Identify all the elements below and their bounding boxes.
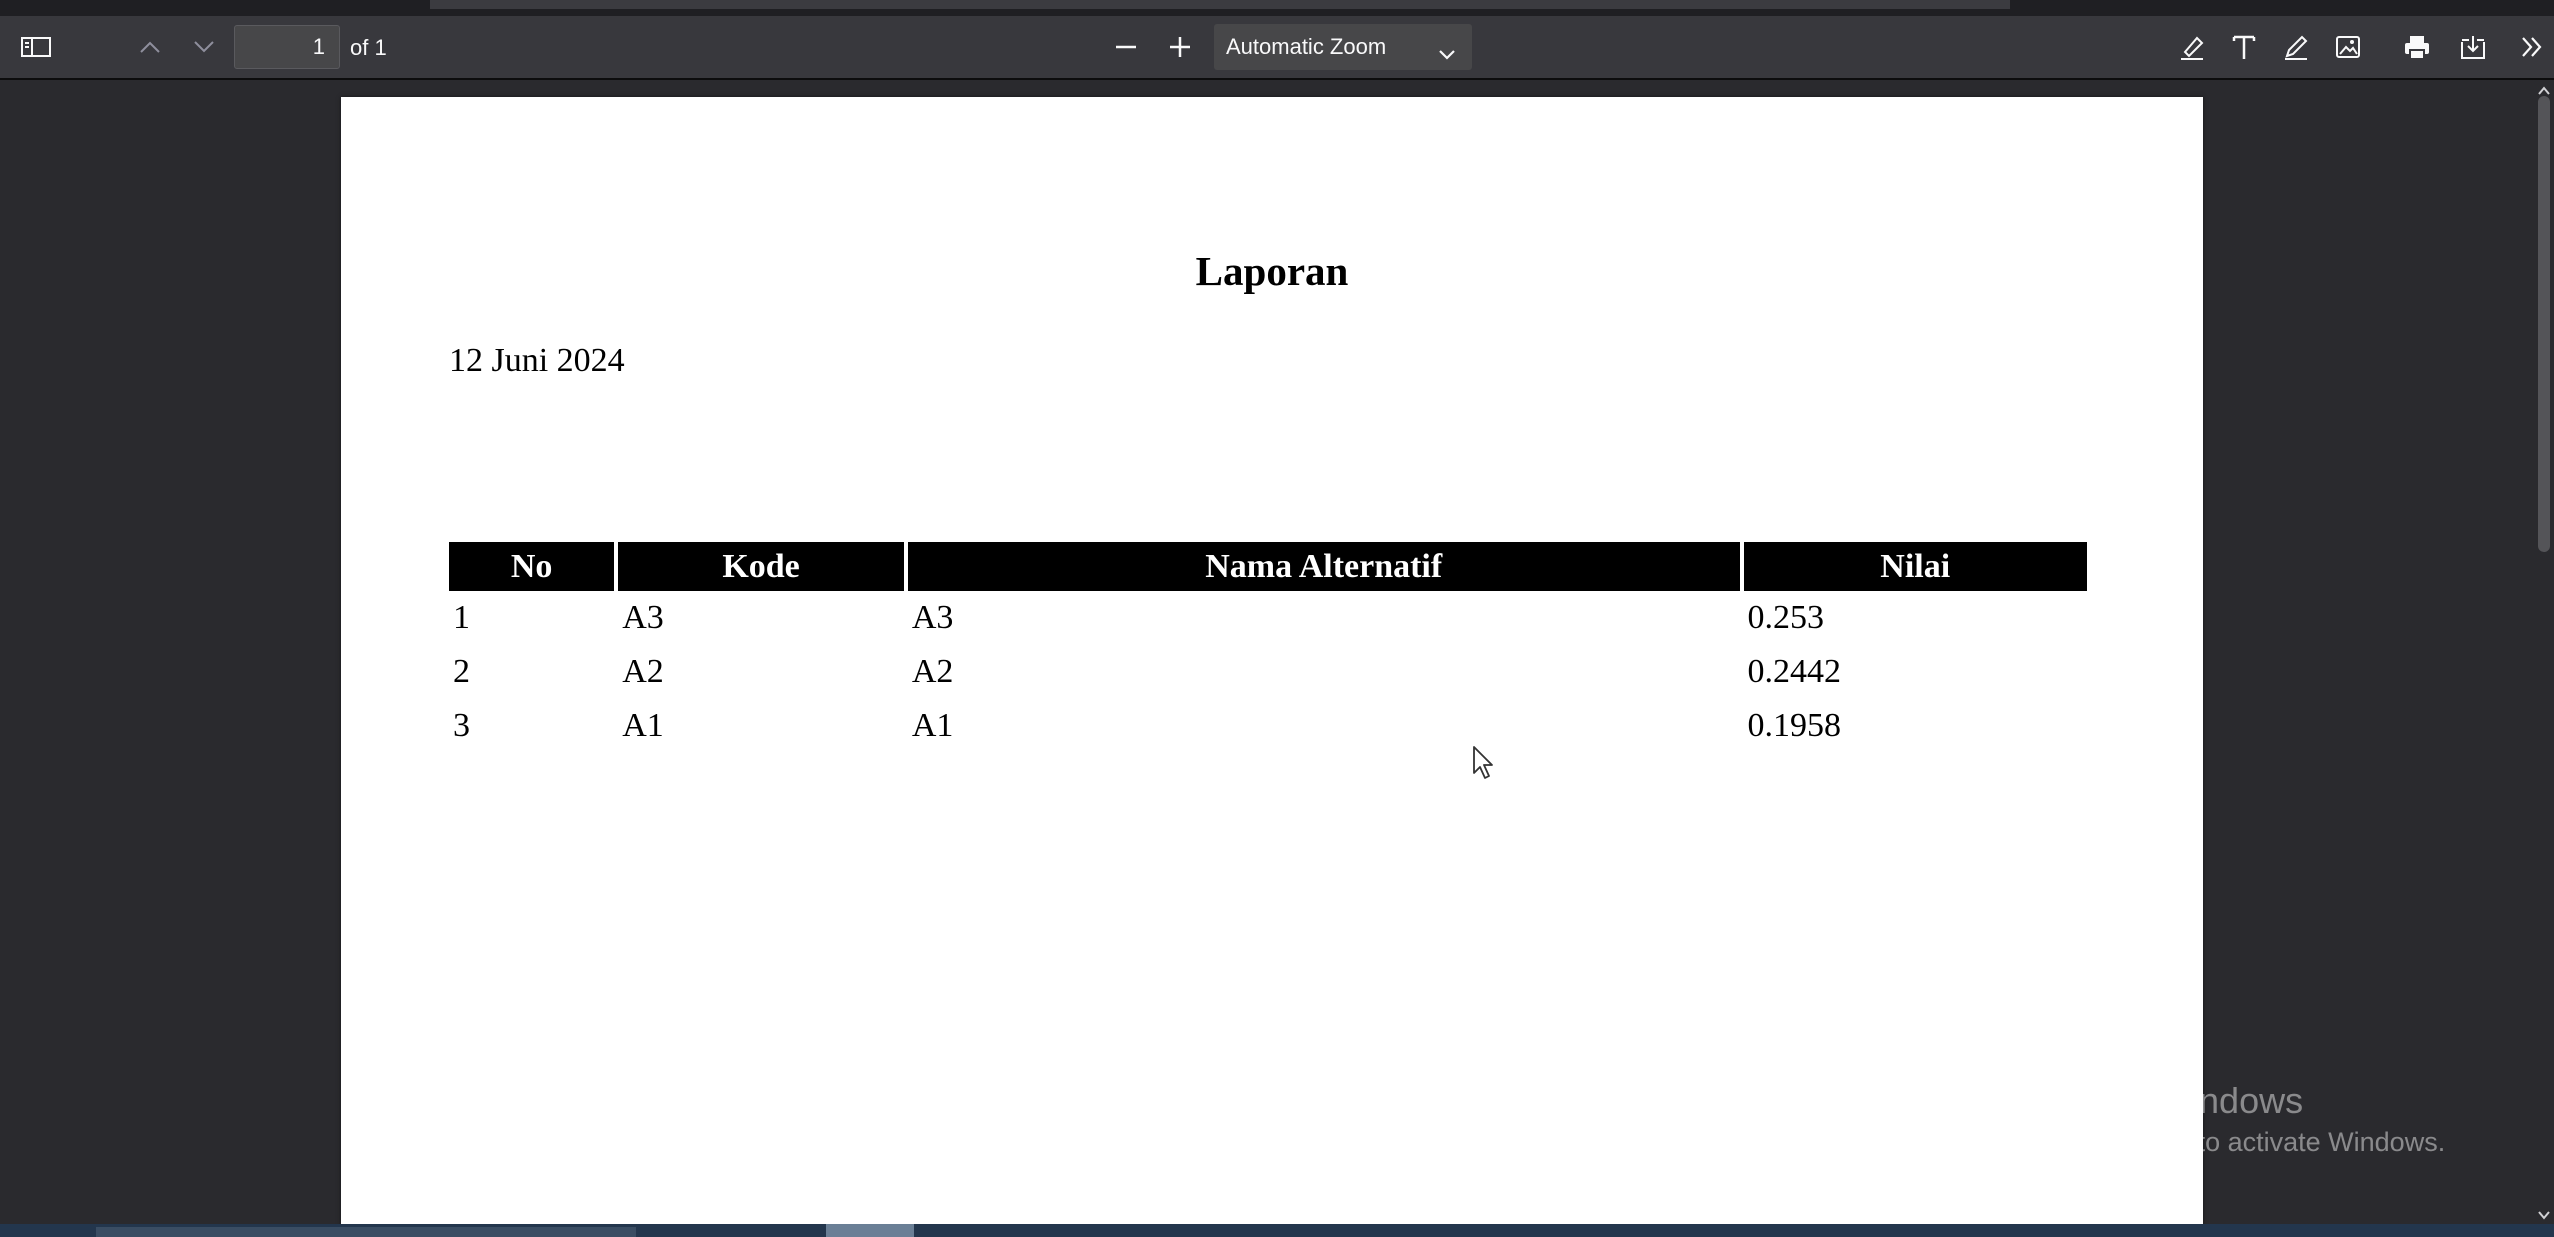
cell-no: 2 (453, 653, 470, 690)
text-icon (2229, 32, 2259, 62)
zoom-out-button[interactable] (1104, 26, 1148, 68)
page-count-label: of 1 (350, 35, 387, 60)
taskbar-strip (0, 1224, 2554, 1237)
print-button[interactable] (2395, 26, 2439, 68)
tools-menu-button[interactable] (2510, 26, 2554, 68)
watermark-title: Activate Windows (2019, 1080, 2304, 1121)
chevron-down-icon (190, 37, 218, 57)
save-button[interactable] (2451, 26, 2495, 68)
cell-kode: A3 (622, 599, 664, 636)
table-row: 3 A1 A1 0.1958 (449, 699, 2087, 753)
printer-icon (2402, 32, 2432, 62)
cell-nama-alternatif: A2 (911, 653, 954, 690)
mouse-cursor-icon (1472, 745, 1498, 786)
sidebar-toggle-button[interactable] (14, 26, 58, 68)
text-button[interactable] (2222, 26, 2266, 68)
zoom-in-button[interactable] (1158, 26, 1202, 68)
zoom-select-label: Automatic Zoom (1226, 34, 1387, 59)
table-row: 2 A2 A2 0.2442 (449, 645, 2087, 699)
table-header-row: No Kode Nama Alternatif Nilai (449, 542, 2087, 591)
zoom-select[interactable]: Automatic Zoom (1214, 24, 1472, 70)
cell-nilai: 0.1958 (1747, 707, 1842, 744)
document-title: Laporan (1195, 248, 1349, 294)
chevron-down-icon (1436, 36, 1458, 82)
cell-kode: A2 (622, 653, 664, 690)
taskbar-item-active[interactable] (826, 1224, 914, 1237)
pdf-viewer-window: { "toolbar": { "page_number": "1", "page… (0, 0, 2554, 1237)
pencil-icon (2281, 32, 2311, 62)
column-header: Kode (618, 542, 904, 591)
plus-icon (1167, 34, 1193, 60)
table-row: 1 A3 A3 0.253 (449, 591, 2087, 645)
add-image-button[interactable] (2326, 26, 2370, 68)
column-header: No (449, 542, 615, 591)
previous-page-button[interactable] (128, 26, 172, 68)
cell-no: 3 (453, 707, 470, 744)
cell-nilai: 0.2442 (1747, 653, 1842, 690)
pdf-page: Laporan 12 Juni 2024 No Kode Nama Altern… (341, 97, 2203, 1237)
window-top-strip (0, 0, 2554, 16)
download-icon (2458, 32, 2488, 62)
page-number-input[interactable] (234, 25, 340, 69)
document-date: 12 Juni 2024 (449, 342, 625, 379)
cell-kode: A1 (622, 707, 664, 744)
column-header: Nilai (1743, 542, 2087, 591)
scroll-down-icon[interactable] (2536, 1208, 2552, 1222)
highlighter-icon (2177, 32, 2207, 62)
image-icon (2333, 32, 2363, 62)
cell-nilai: 0.253 (1747, 599, 1825, 636)
cell-nama-alternatif: A1 (911, 707, 954, 744)
double-chevron-right-icon (2517, 32, 2547, 62)
pdf-toolbar: of 1 Automatic Zoom (0, 16, 2554, 80)
chevron-up-icon (136, 37, 164, 57)
scrollbar-thumb[interactable] (2538, 96, 2550, 552)
sidebar-toggle-icon (20, 35, 52, 59)
minus-icon (1113, 34, 1139, 60)
cell-nama-alternatif: A3 (911, 599, 954, 636)
tab-strip (430, 0, 2010, 9)
next-page-button[interactable] (182, 26, 226, 68)
highlight-button[interactable] (2170, 26, 2214, 68)
column-header: Nama Alternatif (907, 542, 1740, 591)
report-table: No Kode Nama Alternatif Nilai 1 A3 A3 0.… (445, 542, 2091, 753)
vertical-scrollbar[interactable] (2534, 80, 2554, 1224)
draw-button[interactable] (2274, 26, 2318, 68)
watermark-subtitle: Go to Settings to activate Windows. (2019, 1127, 2446, 1157)
cell-no: 1 (453, 599, 470, 636)
activate-windows-watermark: Activate Windows Go to Settings to activ… (2019, 1078, 2445, 1160)
taskbar-item[interactable] (96, 1227, 636, 1237)
